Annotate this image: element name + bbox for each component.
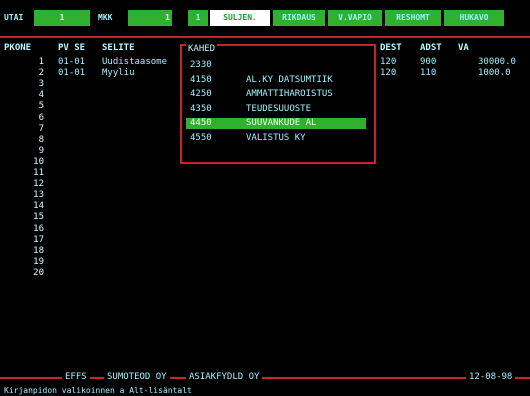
cell-selite[interactable]: Myyliu (102, 68, 135, 78)
row-number: 18 (33, 245, 44, 256)
option-name: TEUDESUUOSTE (246, 103, 312, 114)
col-header-adst: ADST (420, 43, 442, 53)
tab-2[interactable]: V.VAPIO (328, 10, 382, 26)
dropdown-option[interactable]: 4250 AMMATTIHAROISTUS (186, 89, 366, 100)
option-name: AL.KY DATSUMTIIK (246, 74, 333, 85)
row-number: 15 (33, 212, 44, 223)
row-number: 10 (33, 156, 44, 167)
option-code: 2330 (190, 60, 212, 70)
option-name: VALISTUS KY (246, 133, 306, 143)
tab-4[interactable]: HUKAVO (444, 10, 504, 26)
footer-seg-3: ASIAKFYDLD OY (186, 372, 263, 382)
footer-seg-1: EFFS (62, 372, 90, 382)
cell-dest[interactable]: 120 (380, 68, 396, 78)
row-number: 6 (38, 112, 44, 123)
cell-pv[interactable]: 01-01 (58, 57, 85, 67)
row-number: 14 (33, 201, 44, 212)
cell-pv[interactable]: 01-01 (58, 68, 85, 78)
option-code: 4450 (190, 118, 212, 129)
col-header-pv: PV SE (58, 43, 86, 53)
dropdown-title: KAHED (186, 44, 218, 54)
cell-selite[interactable]: Uudistaasome (102, 57, 167, 67)
option-name: AMMATTIHAROISTUS (246, 89, 333, 100)
row-number: 5 (38, 101, 44, 112)
row-number: 7 (38, 123, 44, 134)
field-1[interactable]: 1 (34, 10, 90, 26)
row-number: 16 (33, 223, 44, 234)
cell-va[interactable]: 30000.0 (478, 57, 516, 67)
field-2[interactable]: 1 (128, 10, 172, 26)
dropdown-option[interactable]: 4550 VALISTUS KY (186, 133, 366, 144)
row-number: 19 (33, 256, 44, 267)
col-header-va: VA (458, 43, 469, 53)
footer-date: 12-08-98 (466, 372, 516, 382)
status-line: Kirjanpidon valikoinnen a Alt-lisäntalt (4, 386, 192, 395)
tab-3[interactable]: RESHOMT (385, 10, 441, 26)
row-number: 2 (38, 68, 44, 79)
cell-adst[interactable]: 900 (420, 57, 436, 67)
cell-adst[interactable]: 110 (420, 68, 436, 78)
row-number: 20 (33, 267, 44, 278)
option-code: 4250 (190, 89, 212, 100)
row-number: 8 (38, 134, 44, 145)
dropdown-option[interactable]: 4350 TEUDESUUOSTE (186, 104, 366, 115)
row-number: 4 (38, 90, 44, 101)
option-code: 4150 (190, 74, 212, 85)
col-header-pkone: PKONE (4, 43, 32, 53)
button-1[interactable]: 1 (188, 10, 208, 26)
account-dropdown[interactable]: KAHED 2330 4150 AL.KY DATSUMTIIK 4250 AMMATT… (180, 44, 376, 164)
cell-va[interactable]: 1000.0 (478, 68, 511, 78)
option-name: SUUVANKUDE AL (246, 118, 317, 129)
footer-seg-2: SUMOTEOD OY (104, 372, 170, 382)
option-code: 4550 (190, 133, 212, 143)
option-code: 4350 (190, 103, 212, 114)
row-number: 11 (33, 168, 44, 178)
dropdown-option[interactable]: 2330 (186, 60, 366, 71)
tab-1[interactable]: RIKDAUS (273, 10, 325, 26)
cell-dest[interactable]: 120 (380, 57, 396, 67)
top-divider (0, 36, 530, 38)
col-header-selite: SELITE (102, 43, 135, 53)
label-utai: UTAI (4, 13, 24, 22)
top-toolbar: UTAI 1 MKK 1 1 SULJEN. RIKDAUS V.VAPIO R… (0, 0, 530, 36)
col-header-dest: DEST (380, 43, 402, 53)
row-number: 12 (33, 179, 44, 190)
dropdown-option[interactable]: 4150 AL.KY DATSUMTIIK (186, 75, 366, 86)
label-mkk: MKK (98, 13, 113, 22)
row-number: 1 (38, 57, 44, 67)
tab-active[interactable]: SULJEN. (210, 10, 270, 26)
row-number: 3 (38, 79, 44, 90)
row-number: 17 (33, 234, 44, 245)
row-number: 9 (38, 145, 44, 156)
dropdown-option[interactable]: 4450 SUUVANKUDE AL (186, 118, 366, 130)
row-number: 13 (33, 190, 44, 201)
